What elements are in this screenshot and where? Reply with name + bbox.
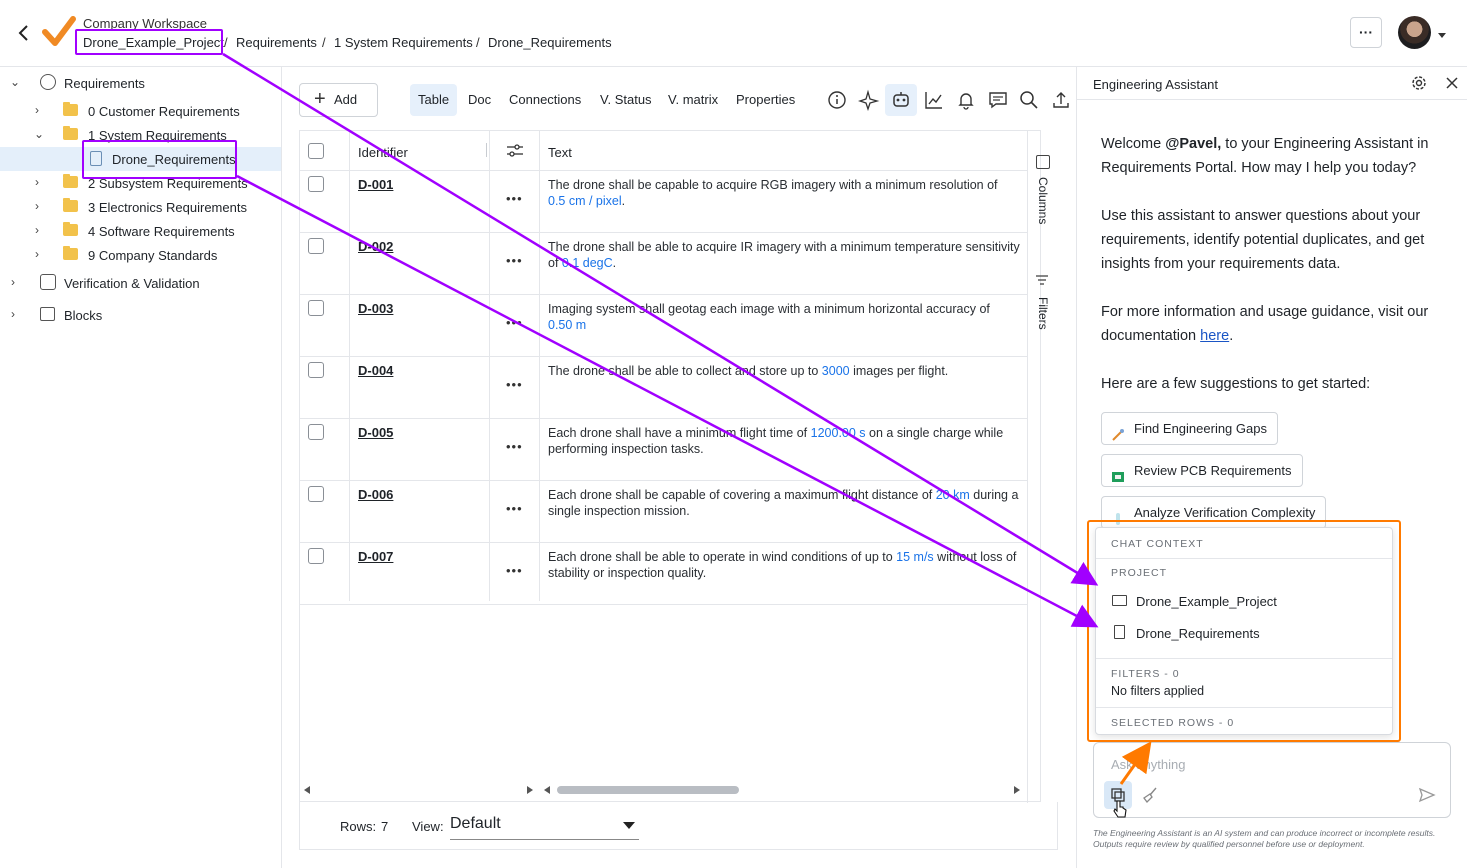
annotation-arrows	[222, 52, 1152, 785]
